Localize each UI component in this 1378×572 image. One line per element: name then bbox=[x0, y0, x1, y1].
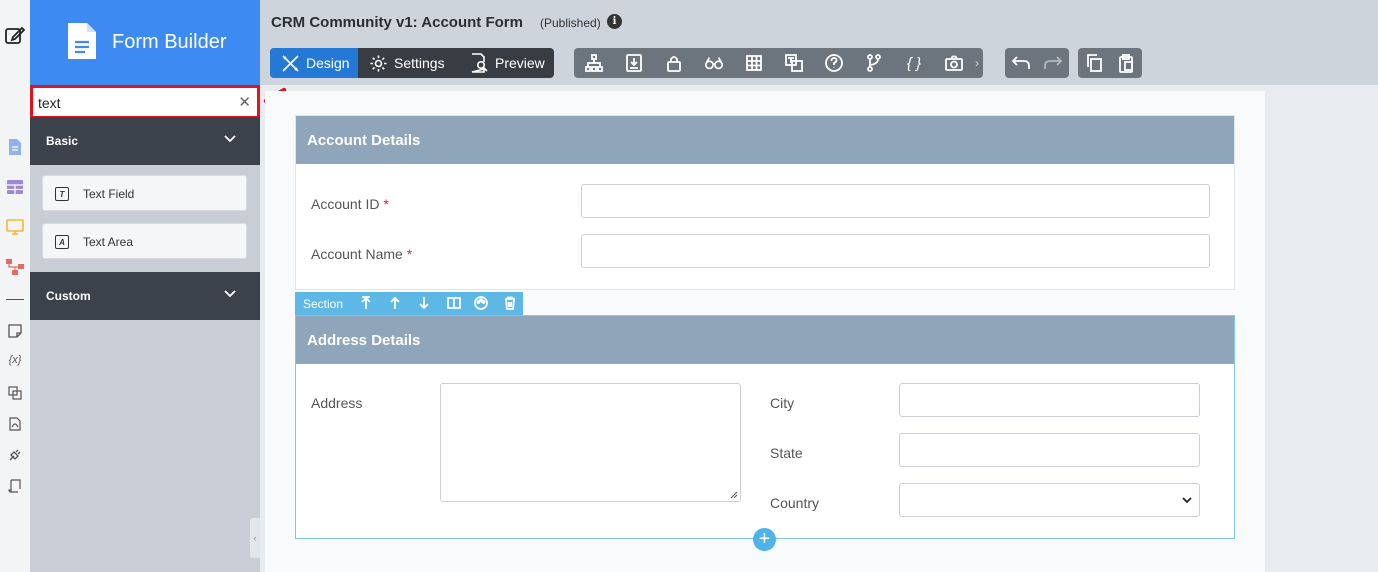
account-name-input[interactable] bbox=[581, 234, 1210, 268]
search-input[interactable] bbox=[38, 92, 228, 114]
lock-icon[interactable] bbox=[664, 53, 684, 73]
required-marker: * bbox=[406, 246, 413, 262]
component-search: ✕ bbox=[30, 85, 260, 119]
section-header: Address Details bbox=[296, 316, 1234, 364]
state-input[interactable] bbox=[899, 433, 1200, 467]
tab-design[interactable]: Design bbox=[270, 48, 358, 78]
translate-icon[interactable] bbox=[784, 53, 804, 73]
design-icon bbox=[282, 54, 299, 72]
info-icon[interactable]: i bbox=[607, 14, 622, 29]
field-label: Account Name * bbox=[311, 246, 412, 262]
component-text-field[interactable]: T Text Field bbox=[42, 175, 247, 211]
branch-icon[interactable] bbox=[864, 53, 884, 73]
label-text: Account ID bbox=[311, 196, 380, 212]
chevron-down-icon bbox=[224, 135, 236, 143]
form-canvas: Account Details Account ID * Account Nam… bbox=[265, 91, 1265, 572]
history-group bbox=[1005, 48, 1069, 78]
tab-settings[interactable]: Settings bbox=[369, 48, 455, 78]
page-title: CRM Community v1: Account Form bbox=[271, 14, 523, 31]
account-id-input[interactable] bbox=[581, 184, 1210, 218]
tool-group: { } › bbox=[574, 48, 983, 78]
curly-braces-icon[interactable]: { } bbox=[902, 53, 926, 73]
city-input[interactable] bbox=[899, 383, 1200, 417]
text-field-icon: T bbox=[55, 187, 69, 201]
camera-icon[interactable] bbox=[944, 53, 964, 73]
sidebar-collapse-handle[interactable]: ‹ bbox=[250, 518, 260, 558]
section-address-details[interactable]: Address Details Address City State Count… bbox=[295, 315, 1235, 539]
country-select[interactable] bbox=[899, 483, 1200, 517]
status-label: (Published) bbox=[540, 16, 601, 30]
label-text: Account Name bbox=[311, 246, 403, 262]
component-sidebar: Form Builder ✕ Basic T Text Field A Text… bbox=[30, 0, 260, 572]
group-basic-header[interactable]: Basic bbox=[30, 117, 260, 165]
chevron-down-icon bbox=[1182, 497, 1192, 504]
clipboard-group bbox=[1078, 48, 1142, 78]
component-label: Text Field bbox=[83, 187, 135, 201]
chevron-right-icon[interactable]: › bbox=[972, 53, 982, 73]
section-account-details[interactable]: Account Details Account ID * Account Nam… bbox=[295, 115, 1235, 290]
paste-icon[interactable] bbox=[1116, 53, 1136, 73]
plug-icon[interactable] bbox=[4, 444, 26, 466]
section-toolbar-label: Section bbox=[303, 297, 344, 311]
group-label: Basic bbox=[46, 134, 79, 148]
edit-icon[interactable] bbox=[4, 24, 26, 46]
section-title: Account Details bbox=[307, 132, 421, 149]
brand-header: Form Builder bbox=[30, 0, 260, 85]
component-label: Text Area bbox=[83, 235, 134, 249]
text-area-icon: A bbox=[55, 235, 69, 249]
rail-divider bbox=[6, 299, 24, 300]
move-up-icon[interactable] bbox=[387, 295, 403, 311]
columns-icon[interactable] bbox=[446, 295, 462, 311]
delete-icon[interactable] bbox=[502, 295, 518, 311]
form-document-icon bbox=[68, 23, 96, 59]
group-custom-header[interactable]: Custom bbox=[30, 272, 260, 320]
top-header: CRM Community v1: Account Form (Publishe… bbox=[260, 0, 1378, 85]
field-label: Address bbox=[311, 395, 363, 411]
move-top-icon[interactable] bbox=[358, 295, 374, 311]
field-label: Account ID * bbox=[311, 196, 389, 212]
note-icon[interactable] bbox=[4, 320, 26, 342]
section-header: Account Details bbox=[296, 116, 1234, 164]
clear-search-icon[interactable]: ✕ bbox=[238, 94, 251, 112]
tab-label: Design bbox=[306, 55, 350, 71]
help-icon[interactable] bbox=[824, 53, 844, 73]
field-label: Country bbox=[770, 495, 820, 511]
tab-label: Settings bbox=[394, 55, 445, 71]
move-down-icon[interactable] bbox=[416, 295, 432, 311]
gear-icon bbox=[370, 55, 387, 71]
document-icon[interactable] bbox=[4, 136, 26, 158]
left-rail: {x} bbox=[0, 0, 30, 572]
copy-icon[interactable] bbox=[1084, 53, 1104, 73]
workflow-icon[interactable] bbox=[4, 256, 26, 278]
address-textarea[interactable] bbox=[440, 383, 741, 502]
brand-title: Form Builder bbox=[112, 31, 227, 53]
tab-preview[interactable]: Preview bbox=[469, 48, 554, 78]
palette-icon[interactable] bbox=[473, 295, 489, 311]
monitor-icon[interactable] bbox=[4, 216, 26, 238]
required-marker: * bbox=[383, 196, 389, 212]
field-label: City bbox=[770, 395, 795, 411]
glasses-icon[interactable] bbox=[704, 53, 724, 73]
preview-icon bbox=[471, 53, 488, 73]
chevron-down-icon bbox=[224, 290, 236, 298]
translate-icon[interactable] bbox=[4, 382, 26, 404]
view-tabs: Design Settings Preview bbox=[270, 48, 554, 78]
script-icon[interactable] bbox=[4, 475, 26, 497]
import-icon[interactable] bbox=[624, 53, 644, 73]
undo-icon[interactable] bbox=[1011, 53, 1031, 73]
grid-icon[interactable] bbox=[744, 53, 764, 73]
tab-label: Preview bbox=[495, 55, 545, 71]
component-text-area[interactable]: A Text Area bbox=[42, 223, 247, 259]
pdf-icon[interactable] bbox=[4, 413, 26, 435]
table-icon[interactable] bbox=[4, 176, 26, 198]
resize-grip-icon[interactable] bbox=[730, 491, 738, 499]
section-title: Address Details bbox=[307, 332, 421, 349]
add-section-button[interactable]: + bbox=[753, 528, 776, 551]
field-label: State bbox=[770, 445, 803, 461]
group-label: Custom bbox=[46, 289, 91, 303]
variable-icon[interactable]: {x} bbox=[4, 349, 26, 371]
redo-icon[interactable] bbox=[1043, 53, 1063, 73]
section-toolbar: Section bbox=[295, 292, 523, 315]
hierarchy-icon[interactable] bbox=[584, 53, 604, 73]
